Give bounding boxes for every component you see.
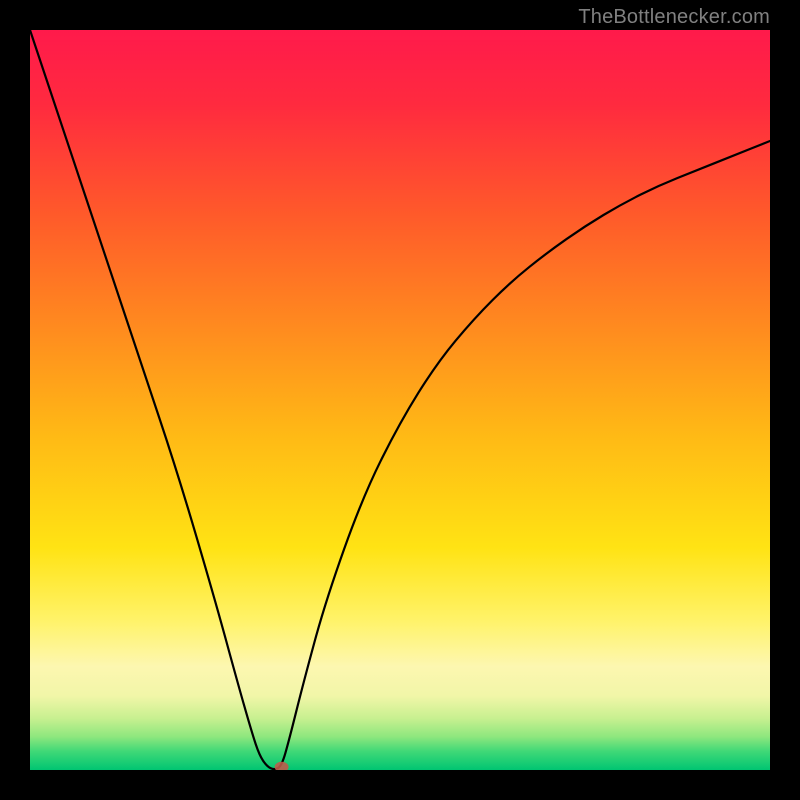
chart-frame: TheBottlenecker.com bbox=[0, 0, 800, 800]
bottleneck-curve bbox=[30, 30, 770, 770]
optimum-marker bbox=[275, 762, 289, 770]
plot-area bbox=[30, 30, 770, 770]
watermark-text: TheBottlenecker.com bbox=[578, 6, 770, 29]
